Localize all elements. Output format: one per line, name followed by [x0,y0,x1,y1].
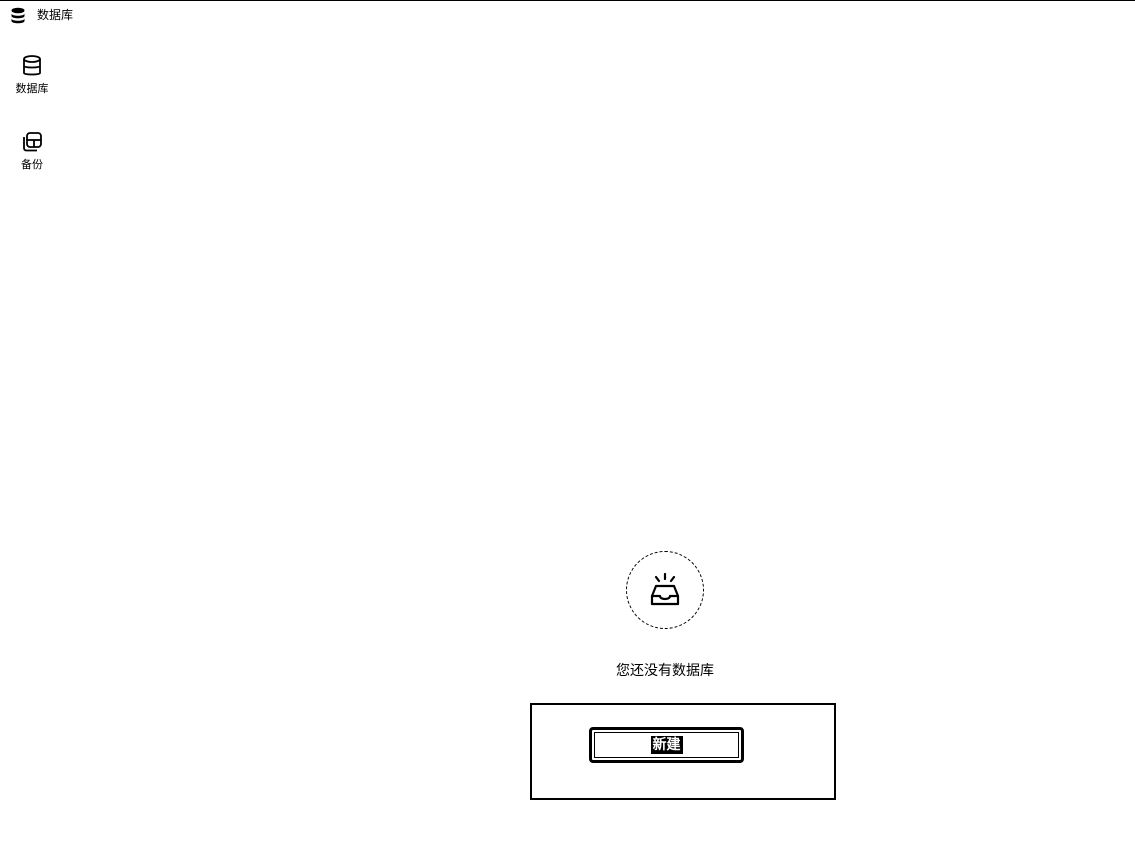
empty-state-illustration [626,551,704,629]
database-stack-icon [11,7,25,24]
window-title: 数据库 [37,8,74,22]
action-container: 新建 [530,703,836,800]
backup-icon [23,132,42,152]
sidebar-item-label: 备份 [21,158,43,171]
new-button-label: 新建 [650,736,683,754]
empty-inbox-icon [650,572,680,606]
new-database-button[interactable]: 新建 [589,727,744,763]
sidebar-item-label: 数据库 [15,82,49,95]
sidebar-item-database[interactable]: 数据库 [0,54,64,110]
app-window: 数据库 数据库 备份 您还没有数据库 新建 [0,0,1135,849]
database-icon [23,55,41,76]
sidebar-item-backup[interactable]: 备份 [0,130,64,186]
empty-state-message: 您还没有数据库 [616,663,714,679]
